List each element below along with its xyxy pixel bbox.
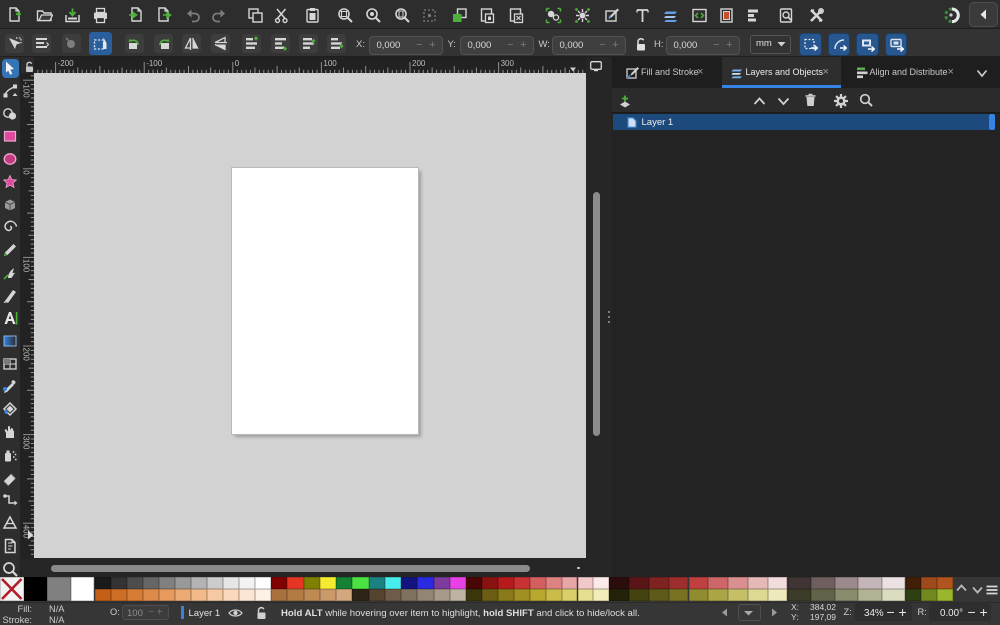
svg-text:300: 300	[22, 436, 31, 450]
svg-text:-100: -100	[146, 59, 163, 68]
svg-text:300: 300	[501, 59, 515, 68]
svg-text:0: 0	[235, 59, 240, 68]
svg-text:-200: -200	[58, 59, 75, 68]
svg-text:200: 200	[412, 59, 426, 68]
svg-text:100: 100	[22, 259, 31, 273]
svg-text:200: 200	[22, 348, 31, 362]
svg-text:0: 0	[22, 170, 31, 175]
svg-text:100: 100	[323, 59, 337, 68]
svg-text:-100: -100	[22, 82, 31, 99]
